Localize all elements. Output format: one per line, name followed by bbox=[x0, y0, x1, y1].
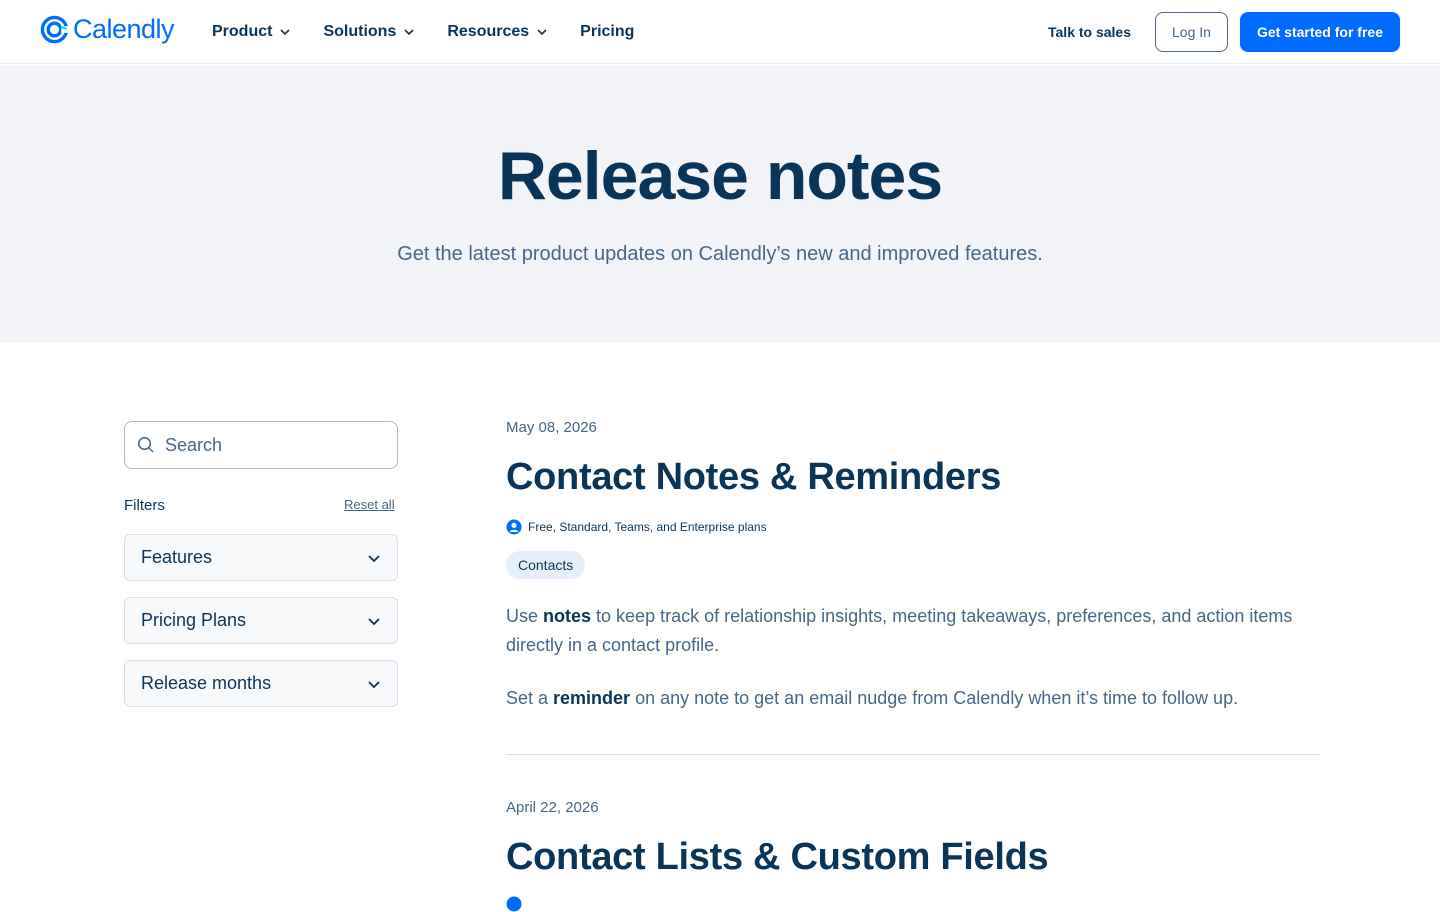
calendly-logo[interactable]: Calendly bbox=[40, 14, 175, 45]
para-bold: reminder bbox=[553, 688, 631, 708]
article-date: April 22, 2026 bbox=[506, 799, 599, 816]
para-text: on any note to get an email nudge from C… bbox=[630, 688, 1239, 708]
article-plans-text: Free, Standard, Teams, and Enterprise pl… bbox=[528, 520, 767, 534]
article-title[interactable]: Contact Lists & Custom Fields bbox=[506, 836, 1049, 879]
calendly-logo-icon bbox=[40, 15, 69, 44]
nav-pricing[interactable]: Pricing bbox=[580, 23, 634, 41]
article-paragraph: Set a reminder on any note to get an ema… bbox=[506, 684, 1326, 713]
article-date: May 08, 2026 bbox=[506, 419, 597, 436]
filters-label: Filters bbox=[124, 497, 165, 514]
search-box[interactable] bbox=[124, 421, 398, 469]
nav-solutions[interactable]: Solutions bbox=[323, 23, 415, 41]
search-icon bbox=[137, 436, 154, 453]
article-plans: Free, Standard, Teams, and Enterprise pl… bbox=[506, 519, 767, 535]
nav-resources[interactable]: Resources bbox=[447, 23, 548, 41]
chevron-down-icon bbox=[368, 618, 380, 626]
header-actions: Talk to sales Log In Get started for fre… bbox=[1048, 12, 1400, 52]
user-icon bbox=[506, 896, 522, 912]
chevron-down-icon bbox=[537, 29, 547, 36]
page-title: Release notes bbox=[497, 138, 943, 214]
filter-release-months[interactable]: Release months bbox=[124, 660, 398, 707]
chevron-down-icon bbox=[404, 29, 414, 36]
article-divider bbox=[506, 754, 1320, 755]
article-paragraph: Use notes to keep track of relationship … bbox=[506, 602, 1326, 660]
nav-product[interactable]: Product bbox=[212, 23, 291, 41]
chevron-down-icon bbox=[368, 555, 380, 563]
filter-features-label: Features bbox=[141, 547, 213, 567]
filter-pricing-plans[interactable]: Pricing Plans bbox=[124, 597, 398, 644]
login-button[interactable]: Log In bbox=[1155, 12, 1228, 52]
talk-to-sales-link[interactable]: Talk to sales bbox=[1048, 24, 1131, 40]
search-input[interactable] bbox=[165, 434, 385, 456]
nav-resources-label: Resources bbox=[447, 23, 530, 40]
filter-release-months-label: Release months bbox=[141, 673, 272, 693]
nav-pricing-label: Pricing bbox=[580, 23, 635, 40]
reset-all-link[interactable]: Reset all bbox=[344, 497, 395, 512]
para-bold: notes bbox=[543, 606, 592, 626]
article-tag[interactable]: Contacts bbox=[506, 551, 586, 579]
chevron-down-icon bbox=[280, 29, 291, 36]
logo-text: Calendly bbox=[73, 14, 175, 44]
para-text: to keep track of relationship insights, … bbox=[506, 606, 1293, 655]
filter-pricing-plans-label: Pricing Plans bbox=[141, 610, 247, 630]
hero-section: Release notes Get the latest product upd… bbox=[0, 65, 1440, 343]
site-header: Calendly Product Solutions Resources Pri… bbox=[0, 0, 1440, 64]
para-text: Use bbox=[506, 606, 544, 626]
main-nav: Product Solutions Resources Pricing bbox=[212, 0, 666, 64]
nav-product-label: Product bbox=[212, 23, 273, 40]
page-subtitle: Get the latest product updates on Calend… bbox=[397, 243, 1043, 265]
nav-solutions-label: Solutions bbox=[323, 23, 397, 40]
user-icon bbox=[506, 519, 522, 535]
article-title[interactable]: Contact Notes & Reminders bbox=[506, 456, 1001, 499]
chevron-down-icon bbox=[368, 681, 380, 689]
get-started-button[interactable]: Get started for free bbox=[1239, 12, 1400, 52]
filter-features[interactable]: Features bbox=[124, 534, 398, 581]
para-text: Set a bbox=[506, 688, 554, 708]
